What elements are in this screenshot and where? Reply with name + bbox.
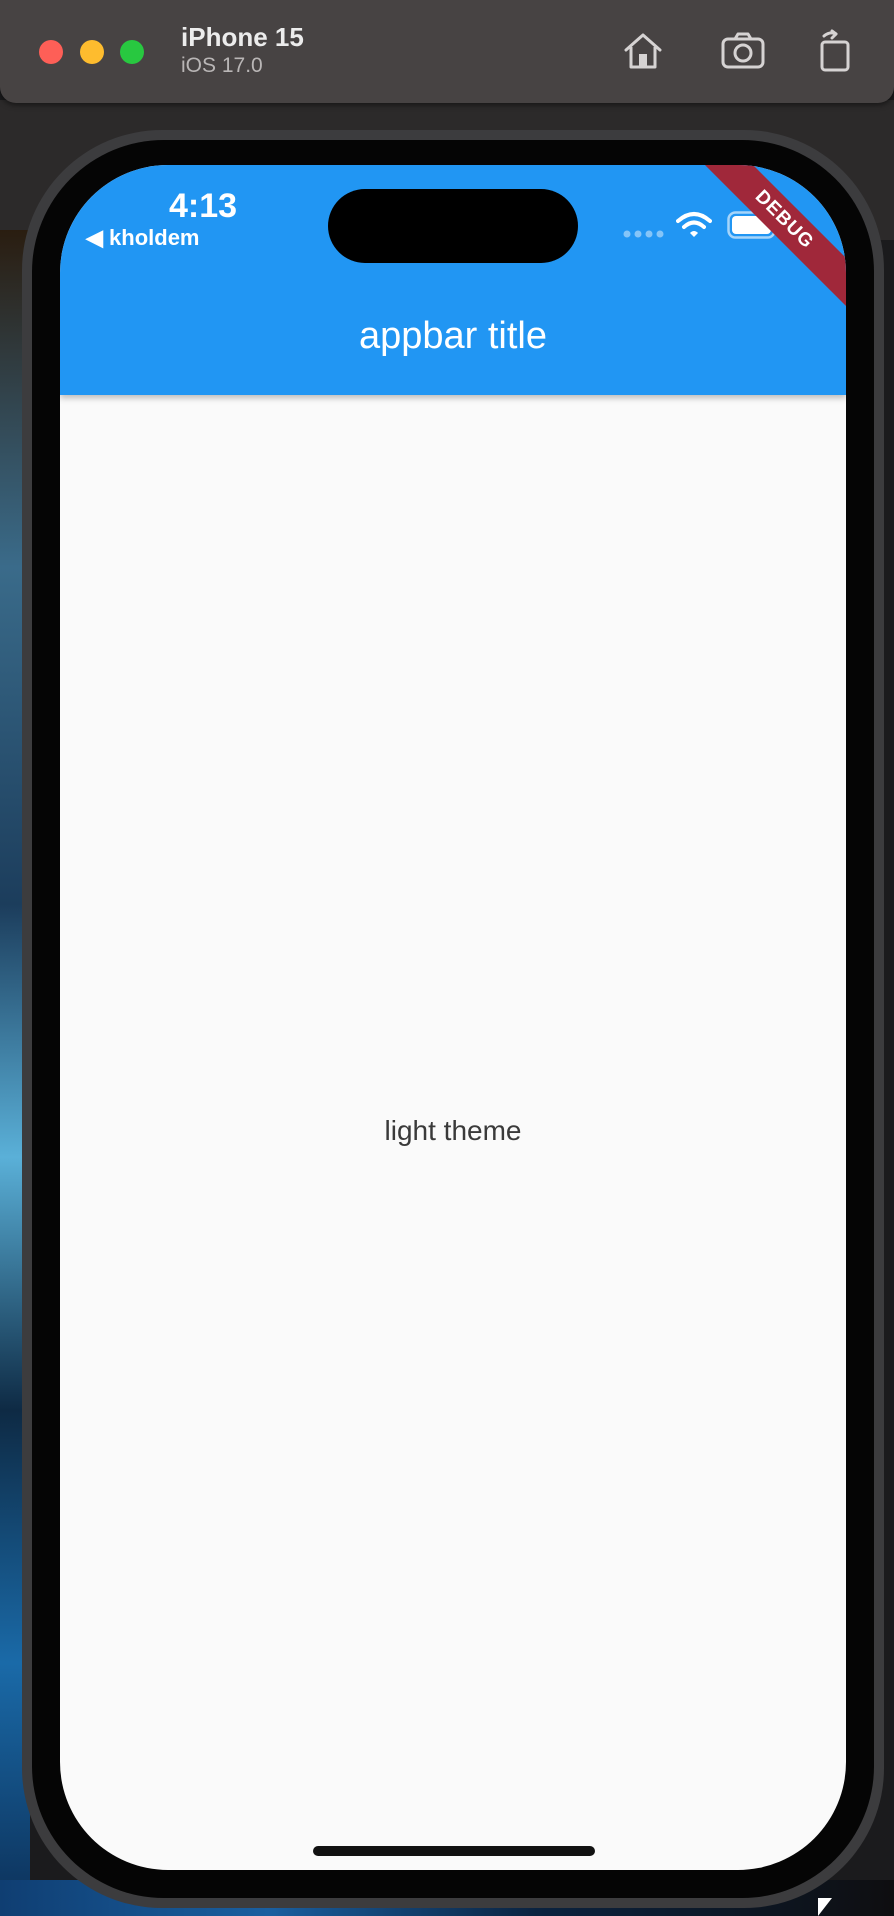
appbar-title: appbar title: [358, 315, 547, 357]
os-version: iOS 17.0: [181, 54, 263, 77]
wifi-icon: [676, 212, 712, 237]
rotate-button[interactable]: [812, 28, 858, 74]
rotate-icon: [820, 29, 850, 72]
mouse-cursor: [818, 1898, 832, 1916]
close-window-button[interactable]: [39, 40, 63, 64]
app-bar: 4:13 ◀ kholdem appbar title: [60, 165, 846, 395]
signal-icon: [623, 230, 664, 238]
home-indicator[interactable]: [313, 1846, 595, 1856]
dynamic-island: [328, 189, 578, 263]
zoom-window-button[interactable]: [120, 40, 144, 64]
home-icon: [624, 33, 662, 69]
back-to-app-link[interactable]: ◀ kholdem: [86, 225, 200, 251]
screenshot-button[interactable]: [720, 28, 766, 74]
minimize-window-button[interactable]: [80, 40, 104, 64]
body-text: light theme: [384, 1115, 522, 1146]
screenshot-icon: [721, 32, 765, 69]
status-time: 4:13: [169, 187, 238, 225]
device-name: iPhone 15: [181, 22, 304, 52]
simulator-titlebar: iPhone 15 iOS 17.0: [0, 0, 894, 103]
home-button[interactable]: [620, 28, 666, 74]
phone-screen[interactable]: 4:13 ◀ kholdem appbar title DEBUG light …: [60, 165, 846, 1870]
